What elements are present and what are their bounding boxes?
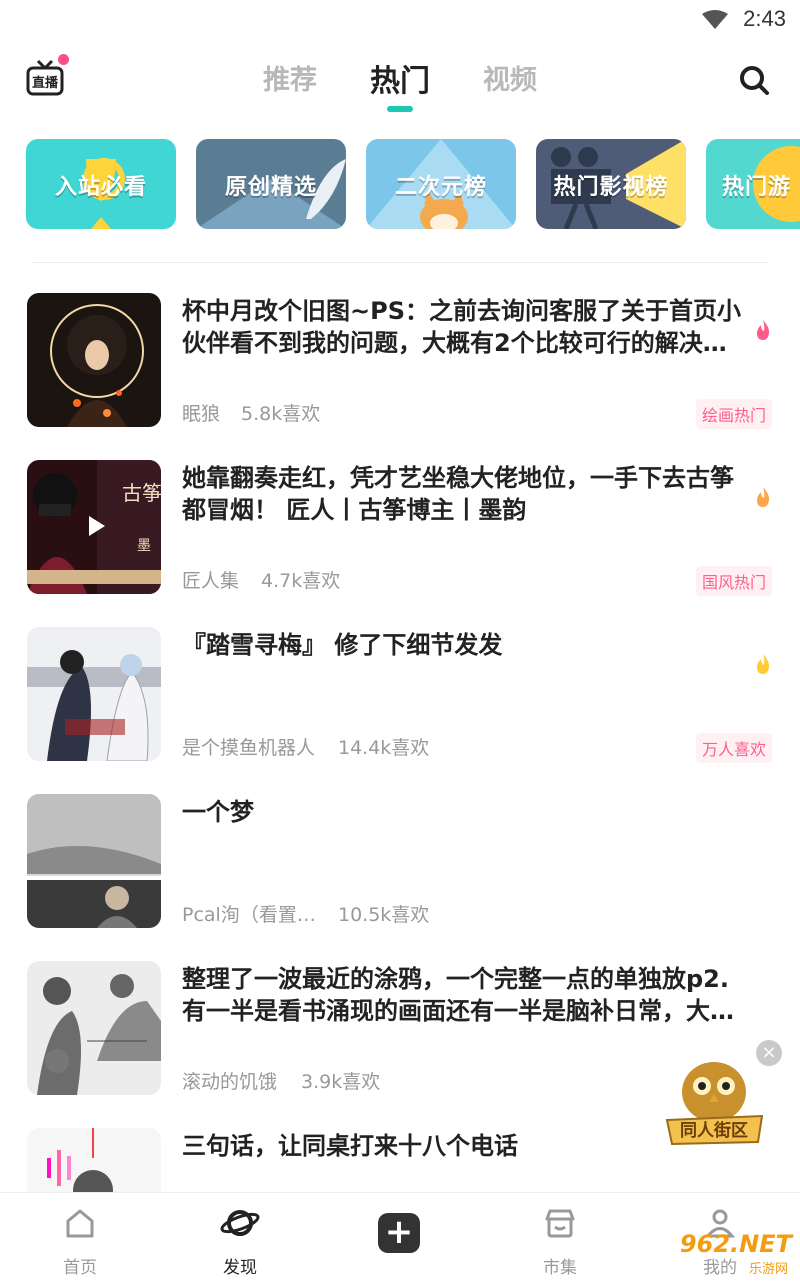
post-thumbnail[interactable] xyxy=(27,293,161,427)
active-tab-indicator xyxy=(387,106,413,112)
post-thumbnail[interactable] xyxy=(27,1128,161,1193)
post-thumbnail[interactable] xyxy=(27,627,161,761)
post-tag[interactable]: 绘画热门 xyxy=(695,399,772,429)
post-tag[interactable]: 万人喜欢 xyxy=(695,733,772,763)
planet-icon xyxy=(220,1210,260,1236)
tab-hot[interactable]: 热门 xyxy=(370,56,430,100)
nav-home[interactable]: 首页 xyxy=(0,1193,160,1281)
section-divider xyxy=(32,262,768,263)
post-title[interactable]: 她靠翻奏走红，凭才艺坐稳大佬地位，一手下去古筝都冒烟！ 匠人丨古筝博主丨墨韵 xyxy=(182,462,744,526)
nav-label: 发现 xyxy=(223,1258,257,1278)
promo-label: 同人街区 xyxy=(680,1120,748,1141)
search-icon[interactable] xyxy=(738,64,770,96)
wifi-icon xyxy=(702,10,728,29)
nav-discover[interactable]: 发现 xyxy=(160,1193,320,1281)
home-icon xyxy=(66,1209,94,1238)
close-icon[interactable]: × xyxy=(756,1040,782,1066)
post-author[interactable]: 眠狼 xyxy=(182,399,220,426)
owl-badge-icon: 同人街区 xyxy=(665,1062,764,1146)
post-title[interactable]: 『踏雪寻梅』 修了下细节发发 xyxy=(182,629,744,661)
category-label: 热门游 xyxy=(722,175,792,200)
notification-dot xyxy=(58,54,69,65)
post-likes: 10.5k喜欢 xyxy=(338,904,430,926)
post-author[interactable]: 滚动的饥饿 xyxy=(182,1067,277,1094)
post-author[interactable]: 是个摸鱼机器人 xyxy=(182,733,315,760)
category-carousel[interactable]: 入站必看 原创精选 二次元榜 热门影视榜 热门游 xyxy=(26,139,800,231)
list-item[interactable]: 杯中月改个旧图~PS：之前去询问客服了关于首页小伙伴看不到我的问题，大概有2个比… xyxy=(0,293,800,433)
post-likes: 4.7k喜欢 xyxy=(261,570,341,592)
tab-recommend[interactable]: 推荐 xyxy=(263,58,317,97)
watermark-logo: 962.NET xyxy=(679,1230,792,1258)
top-bar: 直播 推荐 热门 视频 xyxy=(0,48,800,118)
flame-icon xyxy=(757,654,770,674)
post-title[interactable]: 一个梦 xyxy=(182,796,744,828)
flame-icon xyxy=(757,487,770,507)
category-label: 二次元榜 xyxy=(394,175,487,200)
post-likes: 3.9k喜欢 xyxy=(301,1071,381,1093)
nav-market[interactable]: 市集 xyxy=(480,1193,640,1281)
post-likes: 14.4k喜欢 xyxy=(338,737,430,759)
post-thumbnail[interactable]: 古筝 墨 xyxy=(27,460,161,594)
svg-text:墨: 墨 xyxy=(137,538,151,554)
post-title[interactable]: 杯中月改个旧图~PS：之前去询问客服了关于首页小伙伴看不到我的问题，大概有2个比… xyxy=(182,295,744,359)
list-item[interactable]: 一个梦 Pcal洵（看置顶） 10.5k喜欢 xyxy=(0,794,800,934)
post-author[interactable]: Pcal洵（看置顶） xyxy=(182,900,322,927)
post-thumbnail[interactable] xyxy=(27,794,161,928)
nav-label: 市集 xyxy=(543,1258,577,1278)
category-label: 热门影视榜 xyxy=(553,175,669,200)
plus-icon[interactable]: + xyxy=(378,1213,420,1253)
shop-icon xyxy=(545,1209,575,1238)
category-card[interactable]: 原创精选 xyxy=(196,139,346,229)
category-label: 原创精选 xyxy=(224,175,317,200)
status-bar: 2:43 xyxy=(0,0,800,40)
svg-text:古筝: 古筝 xyxy=(122,481,161,505)
status-time: 2:43 xyxy=(743,6,786,31)
tab-video[interactable]: 视频 xyxy=(483,58,537,97)
live-label: 直播 xyxy=(32,75,59,91)
list-item[interactable]: 『踏雪寻梅』 修了下细节发发 是个摸鱼机器人 14.4k喜欢 万人喜欢 xyxy=(0,627,800,767)
category-card[interactable]: 热门影视榜 xyxy=(536,139,686,229)
promo-widget[interactable]: 同人街区 × xyxy=(662,1040,782,1150)
nav-create[interactable]: + xyxy=(320,1193,480,1281)
category-card[interactable]: 入站必看 xyxy=(26,139,176,229)
post-tag[interactable]: 国风热门 xyxy=(695,566,772,596)
list-item[interactable]: 古筝 墨 她靠翻奏走红，凭才艺坐稳大佬地位，一手下去古筝都冒烟！ 匠人丨古筝博主… xyxy=(0,460,800,600)
post-title[interactable]: 三句话，让同桌打来十八个电话 xyxy=(182,1130,744,1162)
post-thumbnail[interactable] xyxy=(27,961,161,1095)
nav-label: 首页 xyxy=(63,1258,97,1278)
category-card[interactable]: 热门游 xyxy=(706,139,800,229)
category-label: 入站必看 xyxy=(54,175,147,200)
flame-icon xyxy=(757,320,770,340)
watermark-subtext: 乐游网 xyxy=(748,1262,788,1277)
post-likes: 5.8k喜欢 xyxy=(241,403,321,425)
post-title[interactable]: 整理了一波最近的涂鸦，一个完整一点的单独放p2. 有一半是看书涌现的画面还有一半… xyxy=(182,963,744,1027)
category-card[interactable]: 二次元榜 xyxy=(366,139,516,229)
post-author[interactable]: 匠人集 xyxy=(182,566,239,593)
